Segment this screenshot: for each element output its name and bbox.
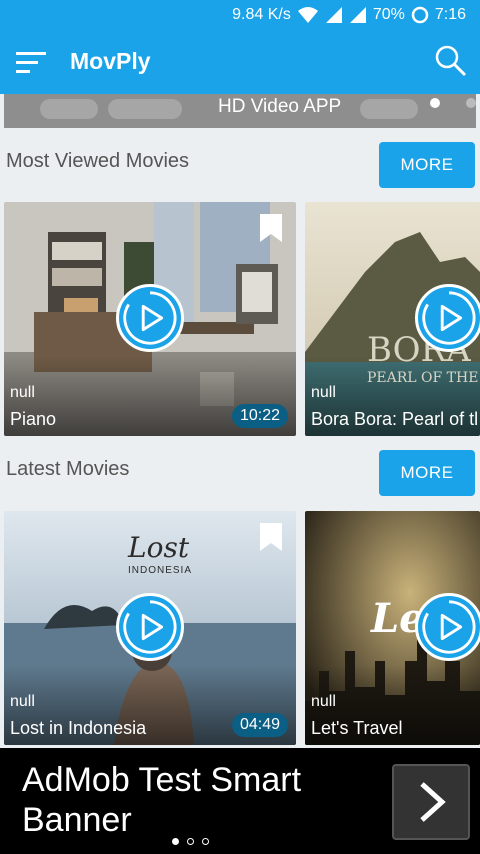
more-button[interactable]: MORE [379,142,475,188]
play-button[interactable] [415,284,480,352]
duration-badge: 04:49 [231,713,288,737]
section-title: Latest Movies [6,458,130,480]
banner-pill [108,99,182,119]
menu-icon[interactable] [16,50,48,76]
movie-subtitle: null [311,693,336,710]
thumbnail-overlay-subtitle: PEARL OF THE PACIFIC [367,370,480,386]
promo-banner[interactable]: HD Video APP [4,94,476,128]
app-title: MovPly [70,48,151,74]
wifi-icon [297,7,318,23]
promo-banner-text: HD Video APP [218,96,342,117]
page-dot [187,838,194,845]
play-icon [123,600,177,654]
ad-banner[interactable]: AdMob Test Smart Banner [0,748,480,854]
search-icon[interactable] [434,44,468,78]
play-button[interactable] [415,593,480,661]
play-icon [123,291,177,345]
movie-title: Bora Bora: Pearl of tl [311,409,479,429]
section-title: Most Viewed Movies [6,150,190,172]
movie-title: Let's Travel [311,718,403,738]
ad-next-button[interactable] [392,764,470,840]
ad-page-indicator [172,838,209,845]
movie-subtitle: null [10,384,35,401]
battery-ring-icon [411,6,429,24]
signal-icon [325,7,342,23]
duration-badge: 10:22 [231,404,288,428]
movie-subtitle: null [311,384,336,401]
section-most-viewed-header: Most Viewed Movies MORE [0,136,480,194]
movie-card[interactable]: null Piano 10:22 [4,202,296,436]
banner-pill [40,99,98,119]
page-dot [202,838,209,845]
play-icon [422,600,476,654]
movie-card[interactable]: Let' null Let's Travel [305,511,480,745]
movie-subtitle: null [10,693,35,710]
page-dot [172,838,179,845]
movie-card[interactable]: Lost INDONESIA null Lost in Indonesia 04… [4,511,296,745]
battery-level: 70% [372,6,405,23]
bookmark-icon[interactable] [260,523,282,551]
ad-banner-text: AdMob Test Smart Banner [22,761,302,839]
app-bar: MovPly [0,30,480,94]
bookmark-icon[interactable] [260,214,282,242]
play-button[interactable] [116,284,184,352]
play-icon [422,291,476,345]
clock: 7:16 [434,6,466,23]
banner-pill [360,99,418,119]
banner-indicator-dot [430,98,440,108]
play-button[interactable] [116,593,184,661]
chevron-right-icon [420,782,446,822]
network-speed: 9.84 K/s [232,6,291,23]
thumbnail-overlay-subtitle: INDONESIA [128,565,193,576]
movie-title: Piano [10,409,57,429]
banner-indicator-dot [466,98,476,108]
movie-card[interactable]: BORA BORA PEARL OF THE PACIFIC null Bora… [305,202,480,436]
section-latest-header: Latest Movies MORE [0,444,480,502]
status-bar: 9.84 K/s 70% 7:16 [0,0,480,30]
signal-icon-2 [349,7,366,23]
more-button[interactable]: MORE [379,450,475,496]
thumbnail-overlay-title: Lost [128,531,190,564]
movie-title: Lost in Indonesia [10,718,147,738]
